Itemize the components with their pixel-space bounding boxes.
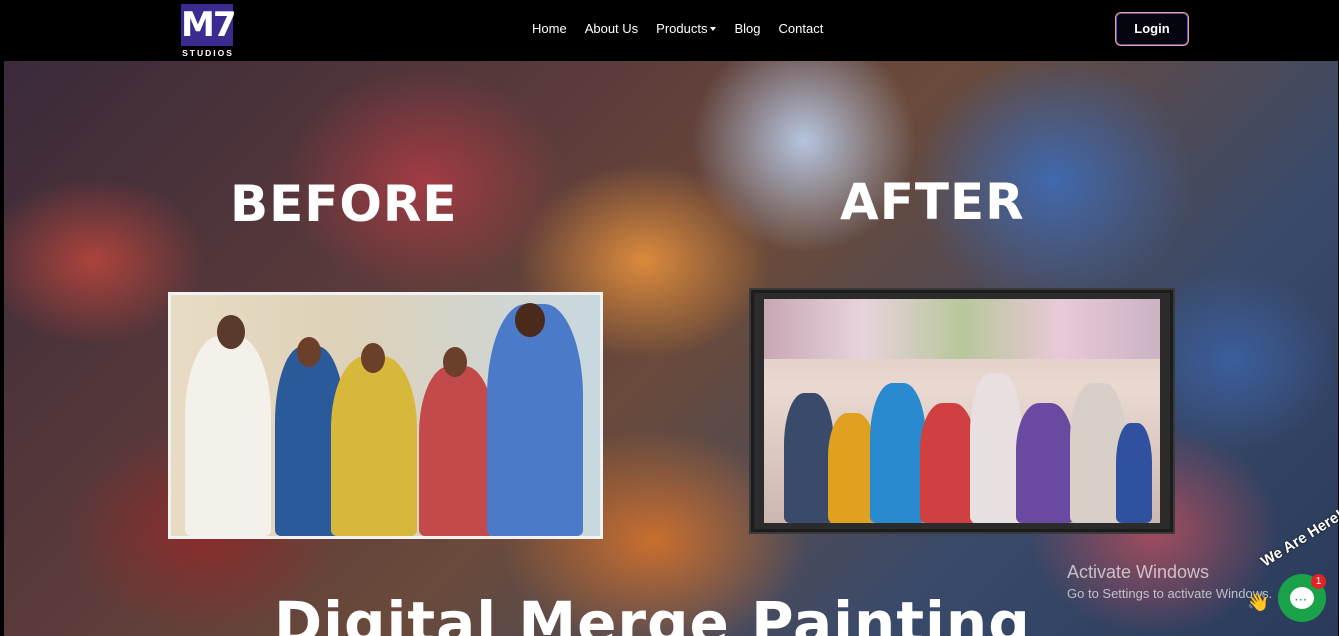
chat-notification-badge: 1 (1311, 574, 1326, 589)
nav-products-label: Products (656, 21, 708, 36)
person-figure (1116, 423, 1152, 523)
person-head (297, 337, 321, 367)
nav-blog[interactable]: Blog (734, 20, 760, 38)
logo-mark: M7 (181, 4, 237, 46)
after-photo-frame (751, 290, 1173, 532)
watermark-title: Activate Windows (1067, 562, 1210, 582)
caret-down-icon (710, 27, 717, 31)
hero-section: BEFORE AFTER Digital Merge Painting (4, 61, 1338, 636)
person-figure (185, 336, 271, 536)
nav-home[interactable]: Home (532, 20, 567, 38)
before-label: BEFORE (230, 175, 458, 233)
nav-contact[interactable]: Contact (779, 20, 824, 38)
after-photo (764, 299, 1160, 523)
person-figure (970, 373, 1022, 523)
person-figure (331, 356, 417, 536)
person-head (217, 315, 245, 349)
person-figure (828, 413, 876, 523)
person-head (515, 303, 545, 337)
watermark-subtitle: Go to Settings to activate Windows. (1067, 586, 1273, 601)
windows-activation-watermark: Activate Windows Go to Settings to activ… (1067, 562, 1272, 603)
floral-backdrop (764, 299, 1160, 359)
person-figure (784, 393, 834, 523)
chat-dots-icon: ··· (1295, 595, 1308, 606)
nav-links: Home About Us Products Blog Contact (532, 20, 823, 38)
nav-about-us[interactable]: About Us (585, 20, 638, 38)
after-label: AFTER (840, 173, 1025, 231)
before-photo (168, 292, 603, 539)
navbar: M7 STUDIOS Home About Us Products Blog C… (0, 0, 1339, 61)
waving-hand-icon: 👋 (1247, 592, 1270, 612)
hero-headline: Digital Merge Painting (274, 589, 1031, 636)
brand-logo[interactable]: M7 STUDIOS (178, 2, 238, 58)
logo-subtitle: STUDIOS (182, 48, 234, 58)
nav-products[interactable]: Products (656, 20, 717, 38)
person-figure (1016, 403, 1074, 523)
person-head (361, 343, 385, 373)
person-head (443, 347, 467, 377)
person-figure (920, 403, 976, 523)
person-figure (870, 383, 926, 523)
person-figure (419, 366, 495, 536)
login-button[interactable]: Login (1115, 12, 1189, 46)
person-figure (487, 304, 583, 536)
